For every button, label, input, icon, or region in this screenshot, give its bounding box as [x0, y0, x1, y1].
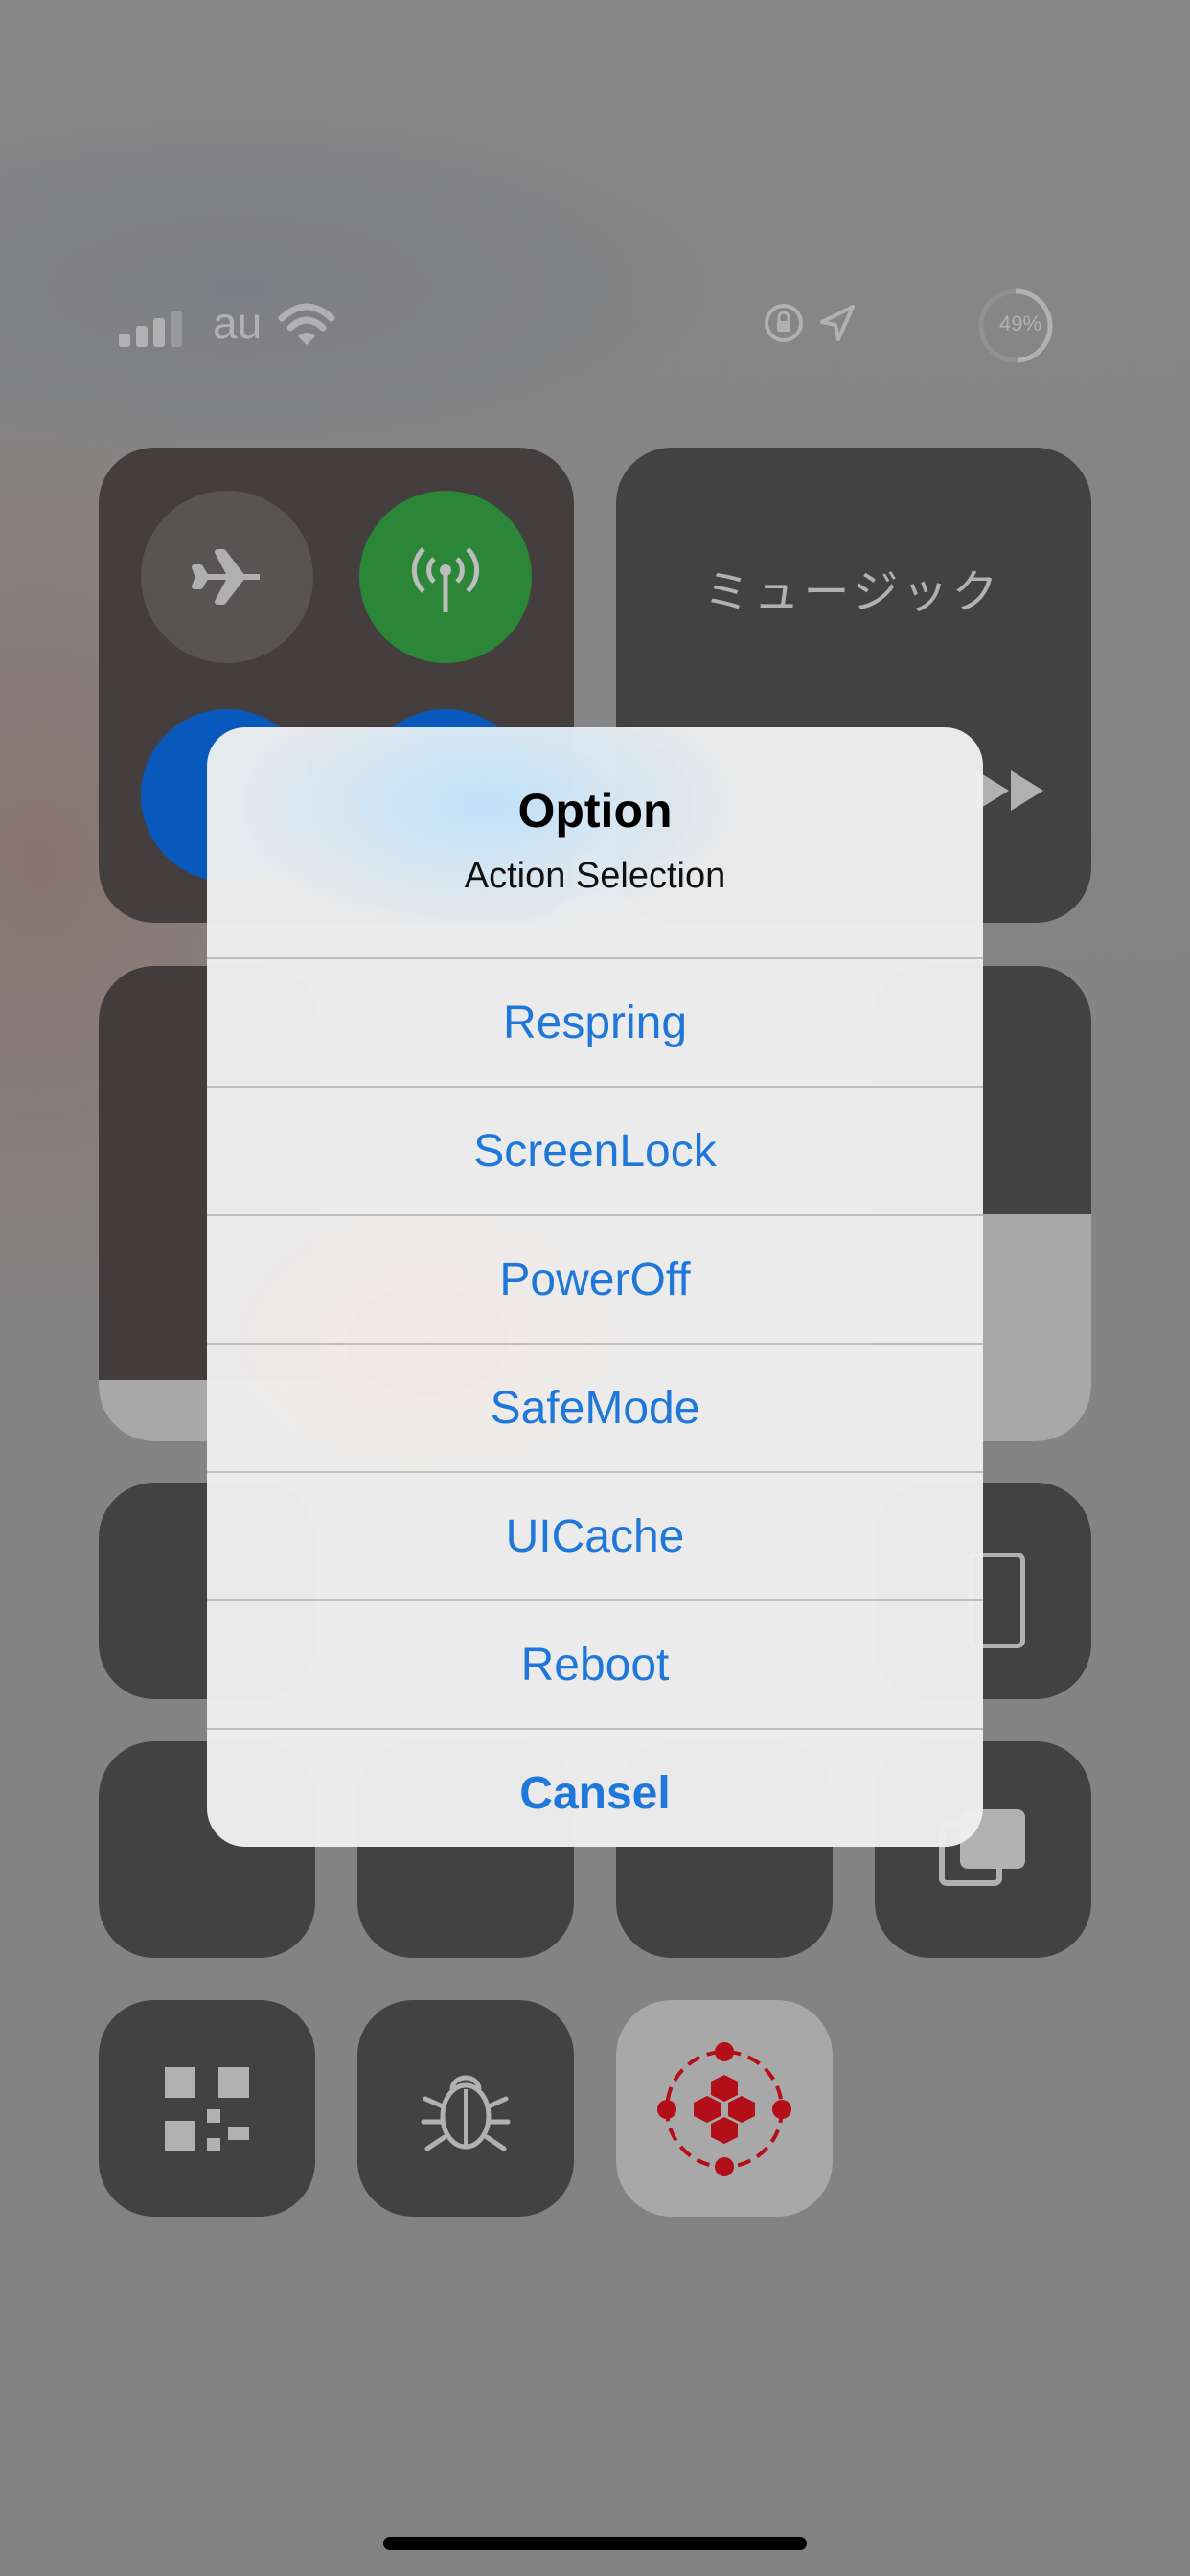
screenlock-button[interactable]: ScreenLock — [207, 1086, 983, 1214]
alert-message: Action Selection — [464, 856, 726, 896]
option-alert-dialog: Option Action Selection Respring ScreenL… — [207, 727, 983, 1847]
poweroff-button[interactable]: PowerOff — [207, 1214, 983, 1343]
reboot-button[interactable]: Reboot — [207, 1599, 983, 1728]
alert-title: Option — [517, 784, 673, 838]
uicache-button[interactable]: UICache — [207, 1471, 983, 1599]
safemode-button[interactable]: SafeMode — [207, 1343, 983, 1471]
respring-button[interactable]: Respring — [207, 957, 983, 1086]
cancel-button[interactable]: Cansel — [207, 1728, 983, 1847]
alert-header: Option Action Selection — [207, 727, 983, 957]
home-indicator[interactable] — [383, 2537, 807, 2550]
